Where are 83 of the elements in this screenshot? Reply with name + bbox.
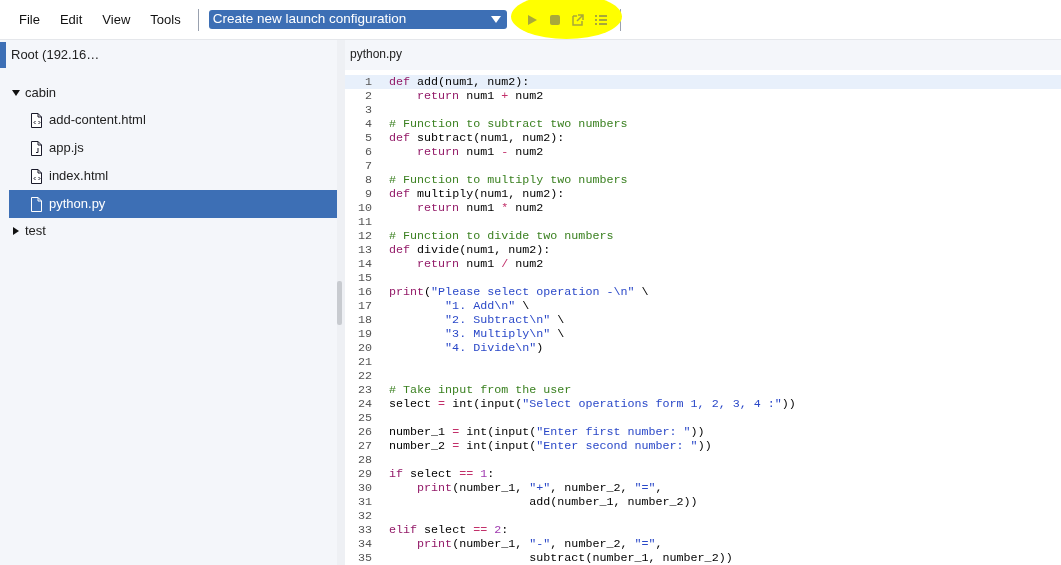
selection-indicator [0, 42, 6, 68]
code-line: print(number_1, "-", number_2, "=", [416, 537, 663, 551]
code-line: def subtract(num1, num2): [389, 131, 565, 145]
code-line: return num1 + num2 [416, 89, 544, 103]
line-number: 8 [364, 173, 372, 187]
line-number: 28 [356, 453, 372, 467]
code-line: # Function to subtract two numbers [389, 117, 628, 131]
code-line: # Function to divide two numbers [389, 229, 614, 243]
line-number: 17 [356, 299, 372, 313]
code-line: def divide(num1, num2): [389, 243, 551, 257]
code-line: return num1 * num2 [416, 201, 544, 215]
line-number: 20 [356, 341, 372, 355]
code-line: print(number_1, "+", number_2, "=", [416, 481, 663, 495]
code-line: elif select == 2: [389, 523, 509, 537]
caret-right-icon[interactable] [12, 227, 20, 235]
line-number: 15 [356, 271, 372, 285]
code-line: "3. Multiply\n" \ [444, 327, 565, 341]
editor-tab[interactable]: python.py [350, 45, 403, 63]
line-number: 16 [356, 285, 372, 299]
file-icon [30, 196, 43, 212]
line-number: 18 [356, 313, 372, 327]
line-number: 2 [364, 89, 372, 103]
line-number: 33 [356, 523, 372, 537]
code-line: "4. Divide\n") [444, 341, 544, 355]
line-number: 10 [356, 201, 372, 215]
code-line: "2. Subtract\n" \ [444, 313, 565, 327]
line-number: 31 [356, 495, 372, 509]
line-number: 35 [356, 551, 372, 565]
line-number: 21 [356, 355, 372, 369]
line-number: 12 [356, 229, 372, 243]
line-number: 26 [356, 425, 372, 439]
launch-config-dropdown[interactable]: Create new launch configuration [208, 10, 507, 29]
line-number: 19 [356, 327, 372, 341]
code-line: subtract(number_1, number_2)) [528, 551, 733, 565]
code-line: number_1 = int(input("Enter first number: ")) [389, 425, 705, 439]
tree-item[interactable]: app.js [9, 134, 337, 162]
menu-item[interactable]: Edit [50, 9, 92, 30]
line-number: 32 [356, 509, 372, 523]
code-line: # Take input from the user [389, 383, 572, 397]
line-number: 34 [356, 537, 372, 551]
code-line: def add(num1, num2): [389, 75, 530, 89]
script-file-icon [30, 140, 43, 156]
line-number: 4 [364, 117, 372, 131]
line-number: 1 [364, 75, 372, 89]
code-line: select = int(input("Select operations form 1, 2, 3, 4 :")) [389, 397, 796, 411]
menu-item[interactable]: File [10, 9, 49, 30]
tree-item[interactable]: python.py [9, 190, 337, 218]
line-number: 14 [356, 257, 372, 271]
line-number: 6 [364, 145, 372, 159]
menu-item[interactable]: View [93, 9, 140, 30]
line-number: 30 [356, 481, 372, 495]
caret-down-icon[interactable] [12, 89, 20, 97]
line-number: 25 [356, 411, 372, 425]
code-line: def multiply(num1, num2): [389, 187, 565, 201]
code-line: print("Please select operation -\n" \ [389, 285, 649, 299]
line-number: 11 [356, 215, 372, 229]
menu-item[interactable]: Tools [141, 9, 190, 30]
code-line: # Function to multiply two numbers [389, 173, 628, 187]
code-line: add(number_1, number_2)) [528, 495, 698, 509]
code-line: return num1 - num2 [416, 145, 544, 159]
code-line: number_2 = int(input("Enter second number: ")) [389, 439, 712, 453]
line-number: 27 [356, 439, 372, 453]
line-number: 3 [364, 103, 372, 117]
line-number: 23 [356, 383, 372, 397]
line-number: 9 [364, 187, 372, 201]
code-line: if select == 1: [389, 467, 495, 481]
code-file-icon [30, 168, 43, 184]
caret-icon [490, 16, 501, 23]
root-label[interactable]: Root (192.16… [11, 45, 100, 65]
tree-item[interactable]: add-content.html [9, 106, 337, 134]
code-line: "1. Add\n" \ [444, 299, 530, 313]
line-number: 29 [356, 467, 372, 481]
tree-item[interactable]: test [9, 218, 337, 244]
line-number: 13 [356, 243, 372, 257]
tree-item[interactable]: cabin [9, 80, 337, 106]
tree-item[interactable]: index.html [9, 162, 337, 190]
line-number: 22 [356, 369, 372, 383]
line-number: 24 [356, 397, 372, 411]
line-number: 7 [364, 159, 372, 173]
line-number: 5 [364, 131, 372, 145]
code-line: return num1 / num2 [416, 257, 544, 271]
splitter-handle[interactable] [336, 280, 342, 325]
code-file-icon [30, 112, 43, 128]
